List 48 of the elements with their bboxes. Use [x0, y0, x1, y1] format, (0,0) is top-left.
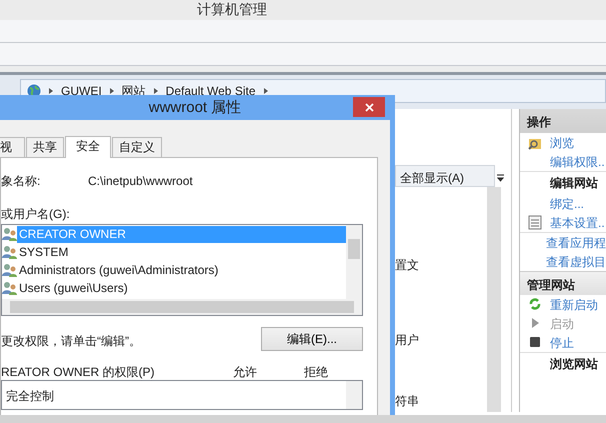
- field-value: C:\inetpub\wwwroot: [88, 173, 193, 190]
- tab[interactable]: 自定义: [112, 137, 162, 157]
- show-all-button[interactable]: 全部显示(A): [395, 165, 495, 187]
- action-link[interactable]: 查看虚拟目: [546, 252, 606, 270]
- action-link[interactable]: 编辑权限..: [550, 152, 605, 170]
- group-heading: 浏览网站: [549, 356, 599, 373]
- group-heading: 编辑网站: [548, 175, 599, 192]
- tab[interactable]: 视: [0, 137, 25, 157]
- column-header: 拒绝: [304, 364, 328, 377]
- users-icon: [2, 263, 17, 277]
- tab[interactable]: 共享: [26, 137, 64, 157]
- tab[interactable]: 安全: [65, 136, 111, 158]
- edit-button[interactable]: 编辑(E)...: [261, 327, 363, 351]
- section-header: 操作: [520, 109, 606, 133]
- close-icon: [364, 102, 374, 112]
- refresh-icon: [528, 297, 542, 312]
- list-icon: [528, 215, 542, 230]
- field-label: 象名称:: [1, 173, 42, 190]
- column-header: 允许: [233, 364, 258, 377]
- action-link[interactable]: 浏览: [550, 134, 574, 152]
- close-button[interactable]: [353, 97, 385, 117]
- section-header: 管理网站: [520, 271, 606, 295]
- scrollbar[interactable]: [2, 299, 362, 315]
- action-link[interactable]: 重新启动: [550, 296, 598, 314]
- scrollbar[interactable]: [346, 381, 362, 409]
- stop-icon: [528, 335, 542, 350]
- user-row[interactable]: Administrators (guwei\Administrators): [17, 262, 220, 278]
- field-label: 或用户名(G):: [1, 206, 71, 223]
- feature-label[interactable]: 符串: [395, 392, 419, 410]
- dropdown-icon: [497, 173, 505, 182]
- action-link[interactable]: 绑定...: [550, 194, 584, 212]
- hint-text: 更改权限，请单击“编辑”。: [1, 333, 141, 350]
- scrollbar[interactable]: [346, 225, 362, 299]
- users-icon: [2, 245, 17, 259]
- action-link[interactable]: 停止: [550, 334, 574, 352]
- action-link[interactable]: 查看应用程: [546, 234, 606, 252]
- feature-label[interactable]: 用户: [395, 331, 419, 349]
- user-row[interactable]: Users (guwei\Users): [17, 280, 130, 296]
- permissions-label: REATOR OWNER 的权限(P): [1, 364, 156, 377]
- user-row[interactable]: SYSTEM: [17, 244, 70, 260]
- dialog-title: wwwroot 属性: [148, 99, 242, 116]
- action-link[interactable]: 基本设置..: [550, 214, 605, 232]
- users-icon: [2, 227, 17, 241]
- window-title: 计算机管理: [197, 1, 267, 17]
- feature-label[interactable]: 置文: [395, 256, 419, 274]
- scrollbar[interactable]: [487, 187, 501, 412]
- users-icon: [2, 281, 17, 295]
- permission-row-text: 完全控制: [5, 388, 55, 405]
